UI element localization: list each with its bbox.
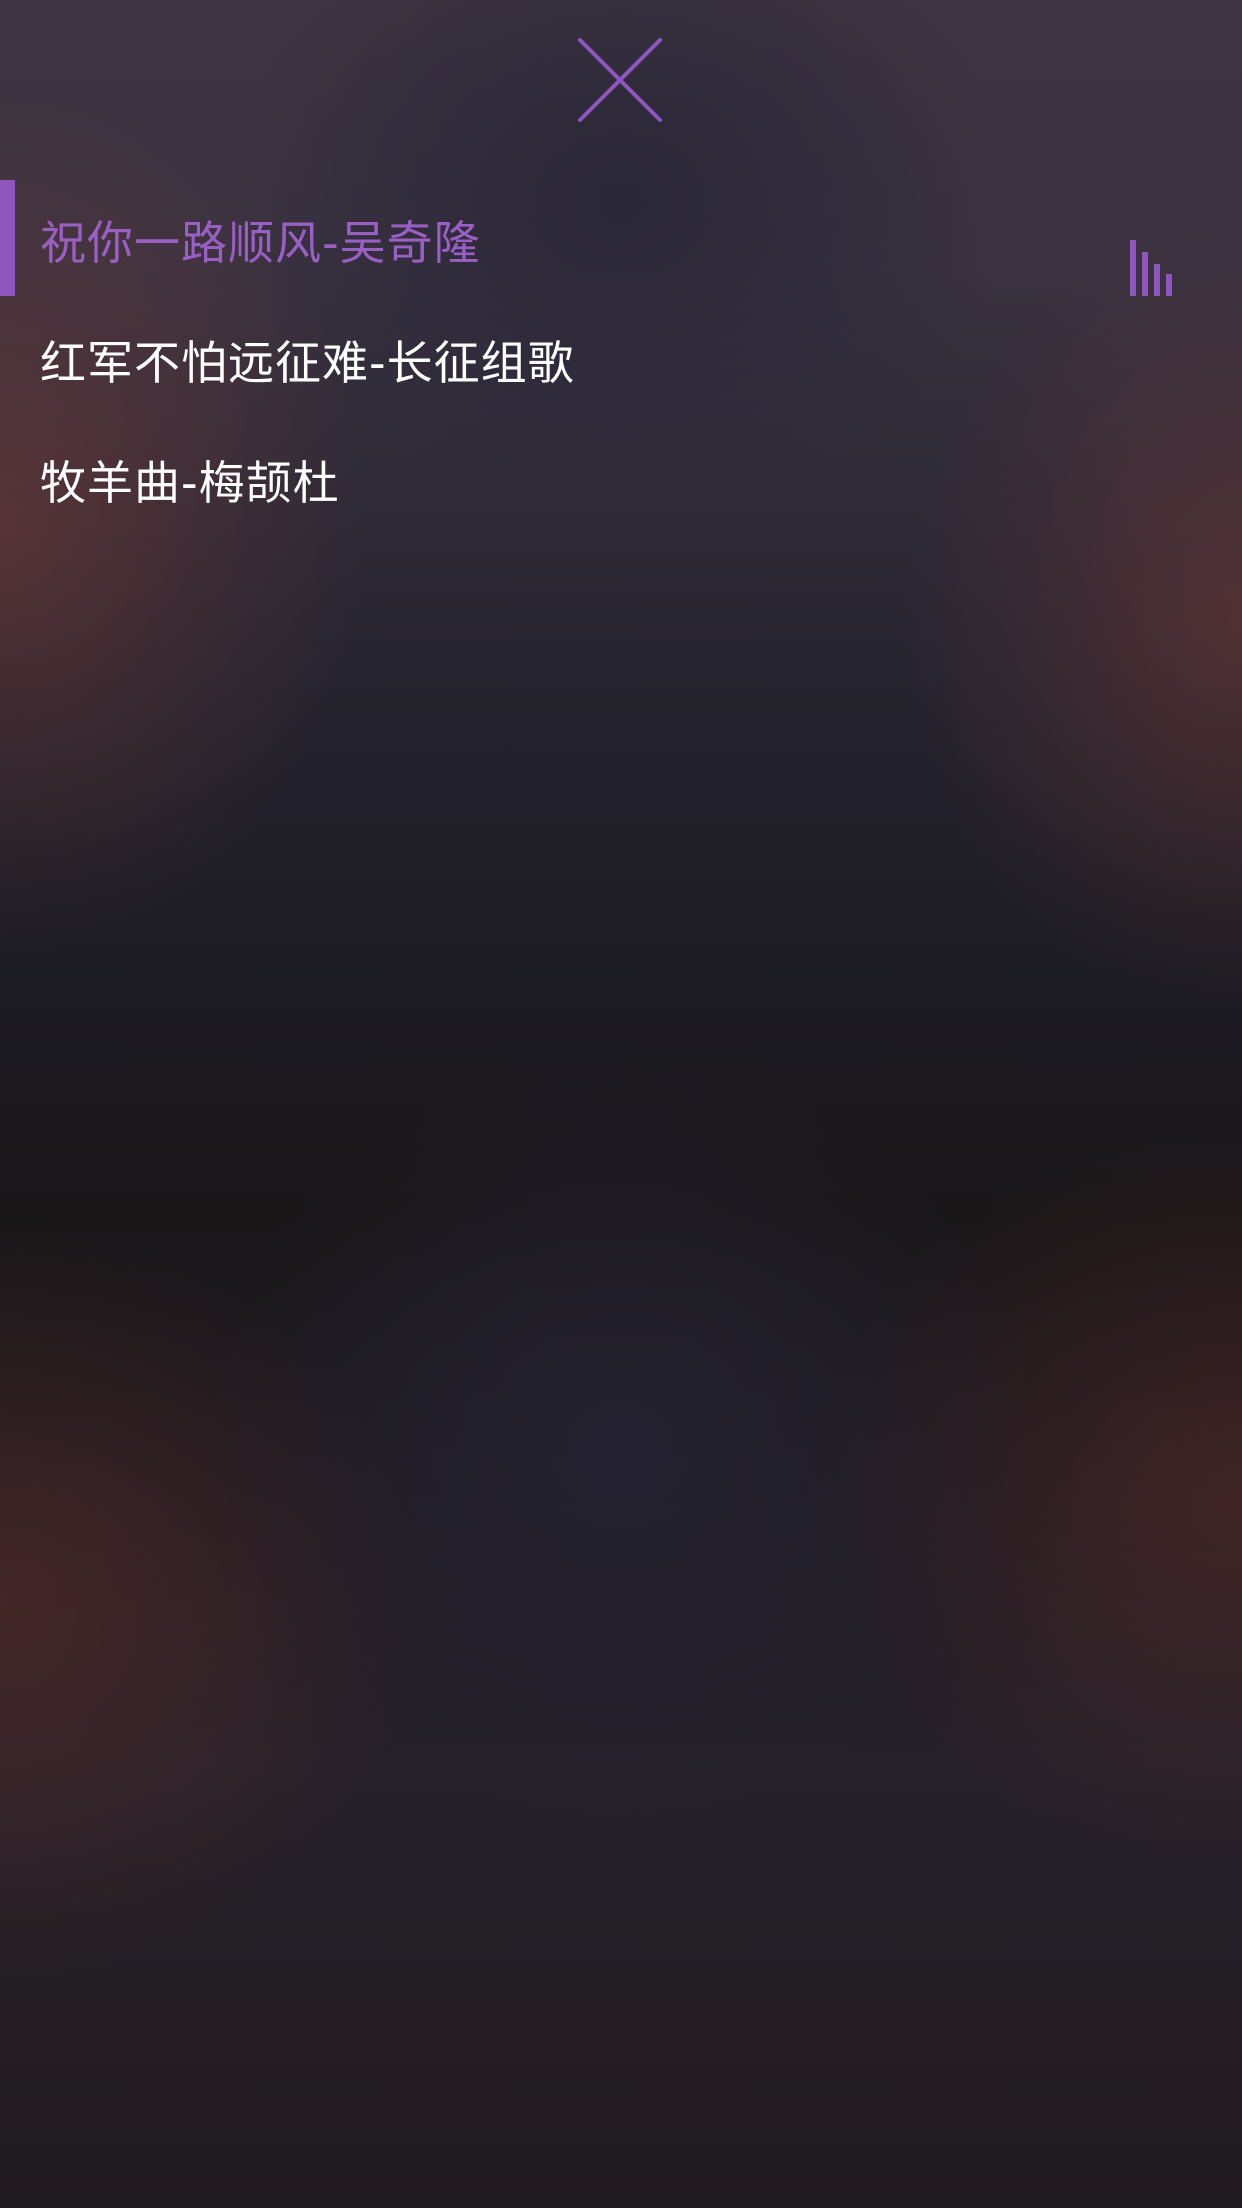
- close-button[interactable]: [572, 32, 668, 128]
- song-title: 祝你一路顺风-吴奇隆: [40, 216, 481, 270]
- song-title: 红军不怕远征难-长征组歌: [40, 336, 575, 390]
- current-song-indicator: [0, 180, 15, 296]
- song-title: 牧羊曲-梅颉杜: [40, 456, 340, 510]
- playlist: 祝你一路顺风-吴奇隆 红军不怕远征难-长征组歌 牧羊曲-梅颉杜: [0, 180, 1242, 540]
- close-icon: [578, 38, 662, 122]
- equalizer-icon: [1130, 240, 1174, 296]
- playlist-item[interactable]: 牧羊曲-梅颉杜: [0, 420, 1242, 540]
- playlist-item[interactable]: 红军不怕远征难-长征组歌: [0, 300, 1242, 420]
- playlist-item-current[interactable]: 祝你一路顺风-吴奇隆: [0, 180, 1242, 300]
